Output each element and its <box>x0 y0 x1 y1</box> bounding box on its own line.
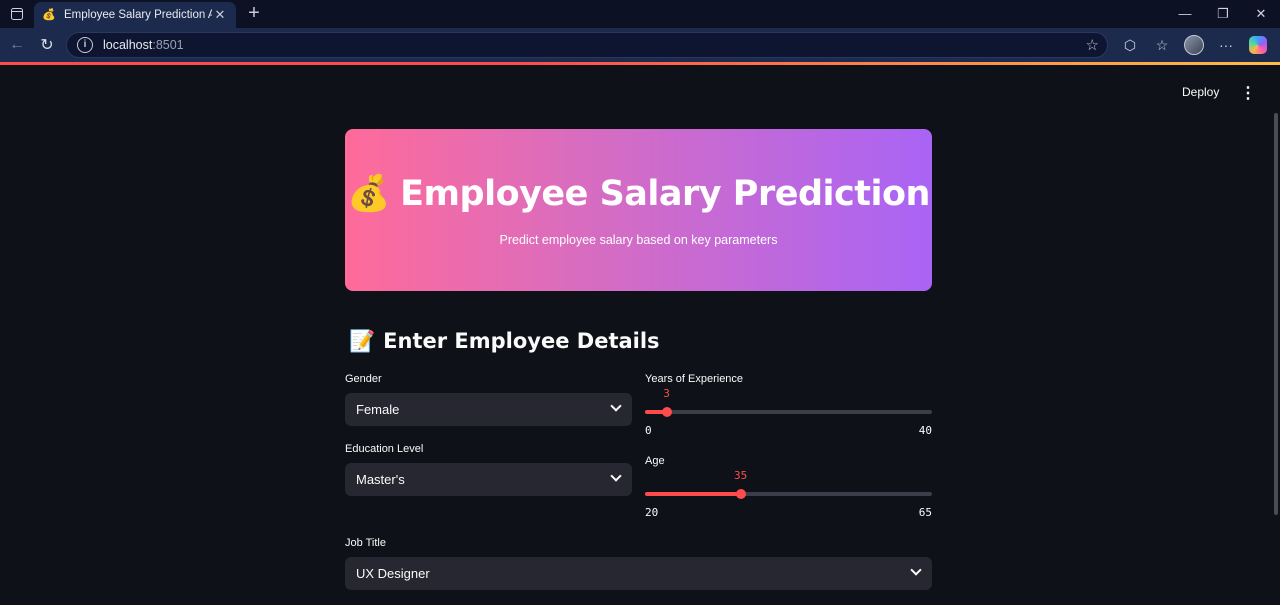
slider-value: 3 <box>663 387 670 400</box>
chevron-down-icon <box>910 564 922 576</box>
address-bar[interactable]: i localhost:8501 ☆ <box>66 32 1108 58</box>
hero-banner: 💰 Employee Salary Prediction Predict empl… <box>345 129 932 291</box>
slider-track[interactable] <box>645 410 932 414</box>
favorite-star-icon[interactable]: ☆ <box>1086 36 1099 54</box>
slider-min: 0 <box>645 424 652 437</box>
experience-slider[interactable]: 3 0 40 <box>645 387 932 437</box>
extensions-icon[interactable]: ⬡ <box>1114 30 1146 60</box>
job-title-label: Job Title <box>345 537 386 549</box>
favorites-icon[interactable]: ☆ <box>1146 30 1178 60</box>
education-label: Education Level <box>345 443 424 455</box>
education-value: Master's <box>356 472 405 487</box>
browser-tab[interactable]: 💰 Employee Salary Prediction App ✕ <box>34 2 236 28</box>
browser-nav-bar: ← ↻ i localhost:8501 ☆ ⬡ ☆ ··· <box>0 28 1280 62</box>
money-bag-icon: 💰 <box>42 9 56 21</box>
back-arrow-icon[interactable]: ← <box>2 30 32 60</box>
gender-value: Female <box>356 402 400 417</box>
chevron-down-icon <box>610 400 622 412</box>
slider-fill <box>645 492 741 496</box>
slider-max: 65 <box>918 506 932 519</box>
education-select[interactable]: Master's <box>345 463 632 496</box>
tab-actions-icon[interactable] <box>0 0 34 28</box>
section-heading: 📝 Enter Employee Details <box>349 329 660 353</box>
browser-toolbar: ⬡ ☆ ··· <box>1114 28 1274 62</box>
gender-select[interactable]: Female <box>345 393 632 426</box>
browser-tab-bar: 💰 Employee Salary Prediction App ✕ + — ❐… <box>0 0 1280 28</box>
more-options-icon[interactable]: ··· <box>1210 30 1242 60</box>
site-info-icon[interactable]: i <box>77 37 93 53</box>
window-controls: — ❐ ✕ <box>1166 0 1280 28</box>
chevron-down-icon <box>610 470 622 482</box>
gender-label: Gender <box>345 373 382 385</box>
slider-max: 40 <box>918 424 932 437</box>
main-menu-icon[interactable]: ⋮ <box>1240 83 1256 103</box>
restore-icon[interactable]: ❐ <box>1204 0 1242 28</box>
job-title-value: UX Designer <box>356 566 430 581</box>
slider-min: 20 <box>645 506 659 519</box>
close-window-icon[interactable]: ✕ <box>1242 0 1280 28</box>
tab-title: Employee Salary Prediction App <box>64 9 212 21</box>
money-bag-icon: 💰 <box>347 174 391 214</box>
slider-thumb[interactable] <box>735 489 746 499</box>
page-subtitle: Predict employee salary based on key par… <box>499 233 778 247</box>
job-title-select[interactable]: UX Designer <box>345 557 932 590</box>
experience-label: Years of Experience <box>645 373 744 385</box>
slider-value: 35 <box>734 469 748 482</box>
close-tab-icon[interactable]: ✕ <box>212 7 228 23</box>
page-title: 💰 Employee Salary Prediction <box>347 174 930 214</box>
scrollbar[interactable] <box>1274 113 1278 515</box>
reload-icon[interactable]: ↻ <box>32 30 62 60</box>
minimize-icon[interactable]: — <box>1166 0 1204 28</box>
age-label: Age <box>645 455 665 467</box>
slider-thumb[interactable] <box>661 407 672 417</box>
profile-avatar[interactable] <box>1178 30 1210 60</box>
age-slider[interactable]: 35 20 65 <box>645 469 932 519</box>
url-text: localhost:8501 <box>103 38 184 52</box>
deploy-button[interactable]: Deploy <box>1182 85 1219 99</box>
new-tab-button[interactable]: + <box>240 0 268 28</box>
copilot-icon[interactable] <box>1242 30 1274 60</box>
memo-icon: 📝 <box>349 329 376 353</box>
app-main: Deploy ⋮ 💰 Employee Salary Prediction Pre… <box>0 65 1280 605</box>
